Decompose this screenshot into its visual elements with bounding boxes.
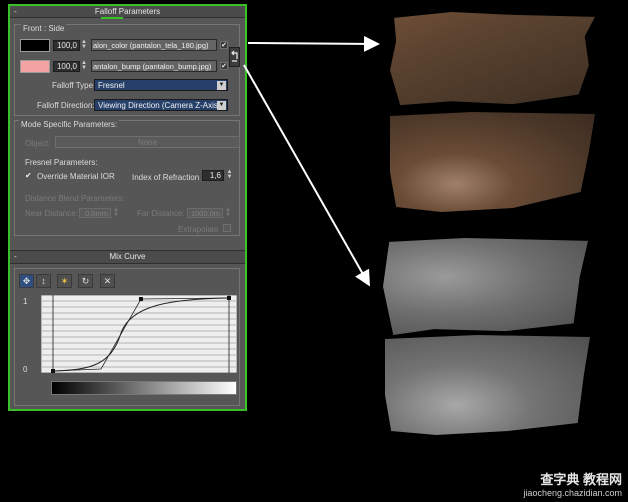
annotation-arrows bbox=[243, 35, 380, 287]
arrow-to-color-render bbox=[247, 35, 380, 52]
watermark: 查字典 教程网 jiaocheng.chazidian.com bbox=[523, 469, 622, 498]
arrow-to-bump-render bbox=[243, 64, 370, 287]
watermark-url: jiaocheng.chazidian.com bbox=[523, 488, 622, 498]
watermark-title: 查字典 教程网 bbox=[540, 472, 622, 487]
